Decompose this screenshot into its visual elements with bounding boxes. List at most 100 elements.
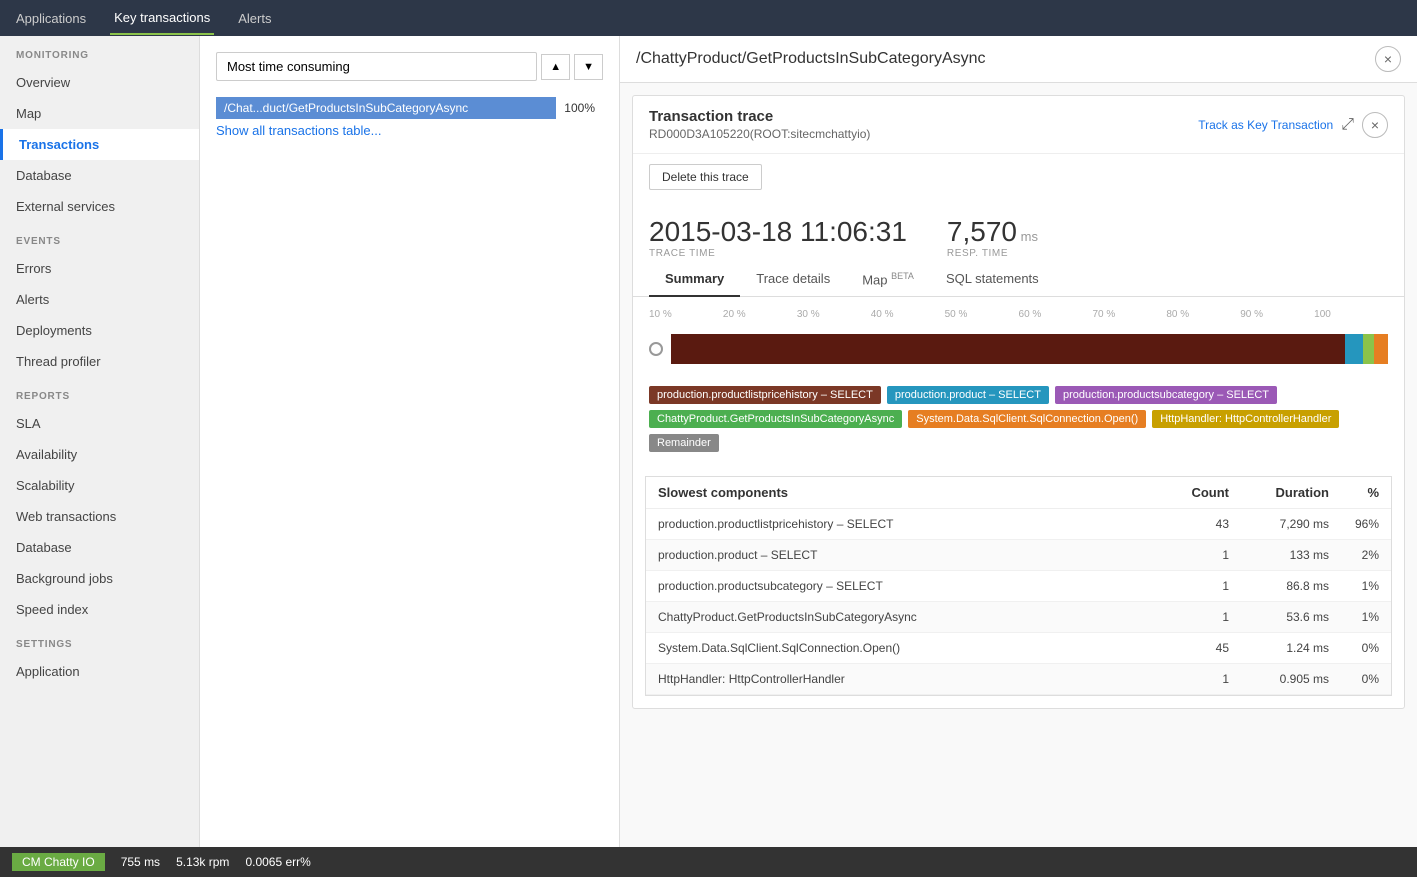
- show-all-transactions-link[interactable]: Show all transactions table...: [216, 123, 381, 138]
- nav-alerts[interactable]: Alerts: [234, 3, 275, 34]
- detail-header: /ChattyProduct/GetProductsInSubCategoryA…: [620, 36, 1417, 83]
- row-1-count: 1: [1149, 548, 1229, 562]
- legend-item-5: HttpHandler: HttpControllerHandler: [1152, 410, 1339, 428]
- bar-segment-1: [1345, 334, 1363, 364]
- slowest-components-header: Slowest components Count Duration %: [646, 477, 1391, 509]
- row-3-count: 1: [1149, 610, 1229, 624]
- table-row: ChattyProduct.GetProductsInSubCategoryAs…: [646, 602, 1391, 633]
- trace-time-metric: 2015-03-18 11:06:31 TRACE TIME: [649, 216, 907, 259]
- bar-segment-0: [671, 334, 1345, 364]
- tab-trace-details[interactable]: Trace details: [740, 263, 846, 297]
- nav-applications[interactable]: Applications: [12, 3, 90, 34]
- trace-close-button[interactable]: ×: [1362, 112, 1388, 138]
- transactions-panel: Most time consuming ▲ ▼ /Chat...duct/Get…: [200, 36, 620, 847]
- trace-time-label: TRACE TIME: [649, 248, 907, 259]
- sidebar-item-alerts[interactable]: Alerts: [0, 284, 199, 315]
- resp-time-metric: 7,570 ms RESP. TIME: [947, 216, 1038, 259]
- trace-card-header: Transaction trace RD000D3A105220(ROOT:si…: [633, 96, 1404, 154]
- sidebar-item-availability[interactable]: Availability: [0, 439, 199, 470]
- sidebar-item-database-reports[interactable]: Database: [0, 532, 199, 563]
- delete-trace-area: Delete this trace: [633, 154, 1404, 200]
- row-1-name: production.product – SELECT: [658, 548, 1149, 562]
- transaction-bar-pct: 100%: [556, 97, 603, 119]
- bar-segment-2: [1363, 334, 1374, 364]
- sidebar-item-speed-index[interactable]: Speed index: [0, 594, 199, 625]
- tab-summary[interactable]: Summary: [649, 263, 740, 297]
- sidebar-item-database[interactable]: Database: [0, 160, 199, 191]
- sidebar-item-application[interactable]: Application: [0, 656, 199, 687]
- trace-card: Transaction trace RD000D3A105220(ROOT:si…: [632, 95, 1405, 709]
- row-4-duration: 1.24 ms: [1229, 641, 1329, 655]
- table-row: System.Data.SqlClient.SqlConnection.Open…: [646, 633, 1391, 664]
- row-5-count: 1: [1149, 672, 1229, 686]
- filter-arrow-down[interactable]: ▼: [574, 54, 603, 80]
- sidebar-item-deployments[interactable]: Deployments: [0, 315, 199, 346]
- sidebar-item-overview[interactable]: Overview: [0, 67, 199, 98]
- trace-header-actions: Track as Key Transaction ⤢ ×: [1198, 112, 1388, 138]
- expand-icon[interactable]: ⤢: [1341, 116, 1354, 134]
- status-metric-0: 755 ms: [121, 855, 160, 869]
- legend: production.productlistpricehistory – SEL…: [633, 386, 1404, 464]
- row-5-pct: 0%: [1329, 672, 1379, 686]
- sidebar-item-background-jobs[interactable]: Background jobs: [0, 563, 199, 594]
- bar-chart-container: [649, 324, 1388, 374]
- status-bar: CM Chatty IO 755 ms 5.13k rpm 0.0065 err…: [0, 847, 1417, 877]
- metric-0-value: 755: [121, 855, 141, 869]
- bar-chart-bar: [671, 334, 1388, 364]
- sidebar-item-web-transactions[interactable]: Web transactions: [0, 501, 199, 532]
- trace-card-title: Transaction trace: [649, 108, 870, 125]
- trace-time-value: 2015-03-18 11:06:31: [649, 216, 907, 248]
- filter-arrow-up[interactable]: ▲: [541, 54, 570, 80]
- settings-section-label: SETTINGS: [0, 625, 199, 656]
- slowest-col-count-header: Count: [1149, 485, 1229, 500]
- filter-dropdown[interactable]: Most time consuming: [216, 52, 537, 81]
- resp-time-label: RESP. TIME: [947, 248, 1038, 259]
- resp-time-value: 7,570: [947, 216, 1017, 247]
- transaction-bar-label[interactable]: /Chat...duct/GetProductsInSubCategoryAsy…: [216, 97, 556, 119]
- slowest-col-duration-header: Duration: [1229, 485, 1329, 500]
- sidebar-item-external-services[interactable]: External services: [0, 191, 199, 222]
- detail-panel: /ChattyProduct/GetProductsInSubCategoryA…: [620, 36, 1417, 847]
- scale-80: 80 %: [1166, 309, 1240, 320]
- bar-segment-3: [1374, 334, 1388, 364]
- slowest-components-table: Slowest components Count Duration % prod…: [645, 476, 1392, 696]
- table-row: production.productsubcategory – SELECT 1…: [646, 571, 1391, 602]
- sidebar-item-thread-profiler[interactable]: Thread profiler: [0, 346, 199, 377]
- metric-0-unit: ms: [144, 855, 160, 869]
- sidebar-item-map[interactable]: Map: [0, 98, 199, 129]
- delete-trace-button[interactable]: Delete this trace: [649, 164, 762, 190]
- detail-header-title: /ChattyProduct/GetProductsInSubCategoryA…: [636, 50, 986, 68]
- row-4-count: 45: [1149, 641, 1229, 655]
- row-4-name: System.Data.SqlClient.SqlConnection.Open…: [658, 641, 1149, 655]
- status-metric-1: 5.13k rpm: [176, 855, 229, 869]
- sidebar-item-transactions[interactable]: Transactions: [0, 129, 199, 160]
- legend-item-3: ChattyProduct.GetProductsInSubCategoryAs…: [649, 410, 902, 428]
- trace-card-title-area: Transaction trace RD000D3A105220(ROOT:si…: [649, 108, 870, 141]
- tab-sql-statements[interactable]: SQL statements: [930, 263, 1055, 297]
- tab-map[interactable]: Map BETA: [846, 263, 930, 297]
- row-4-pct: 0%: [1329, 641, 1379, 655]
- bar-chart-area: 10 % 20 % 30 % 40 % 50 % 60 % 70 % 80 % …: [633, 297, 1404, 386]
- top-nav: Applications Key transactions Alerts: [0, 0, 1417, 36]
- scale-50: 50 %: [945, 309, 1019, 320]
- row-0-pct: 96%: [1329, 517, 1379, 531]
- transaction-bar-row[interactable]: /Chat...duct/GetProductsInSubCategoryAsy…: [216, 97, 603, 119]
- status-metric-2: 0.0065 err%: [245, 855, 310, 869]
- detail-close-button[interactable]: ×: [1375, 46, 1401, 72]
- scale-30: 30 %: [797, 309, 871, 320]
- row-0-name: production.productlistpricehistory – SEL…: [658, 517, 1149, 531]
- legend-item-0: production.productlistpricehistory – SEL…: [649, 386, 881, 404]
- table-row: production.product – SELECT 1 133 ms 2%: [646, 540, 1391, 571]
- track-key-transaction-button[interactable]: Track as Key Transaction: [1198, 118, 1333, 132]
- row-0-count: 43: [1149, 517, 1229, 531]
- scale-60: 60 %: [1019, 309, 1093, 320]
- trace-tabs: Summary Trace details Map BETA SQL state…: [633, 263, 1404, 297]
- sidebar-item-scalability[interactable]: Scalability: [0, 470, 199, 501]
- sidebar-item-errors[interactable]: Errors: [0, 253, 199, 284]
- sidebar-item-sla[interactable]: SLA: [0, 408, 199, 439]
- reports-section-label: REPORTS: [0, 377, 199, 408]
- sidebar: MONITORING Overview Map Transactions Dat…: [0, 36, 200, 847]
- nav-key-transactions[interactable]: Key transactions: [110, 2, 214, 35]
- scale-10: 10 %: [649, 309, 723, 320]
- row-2-duration: 86.8 ms: [1229, 579, 1329, 593]
